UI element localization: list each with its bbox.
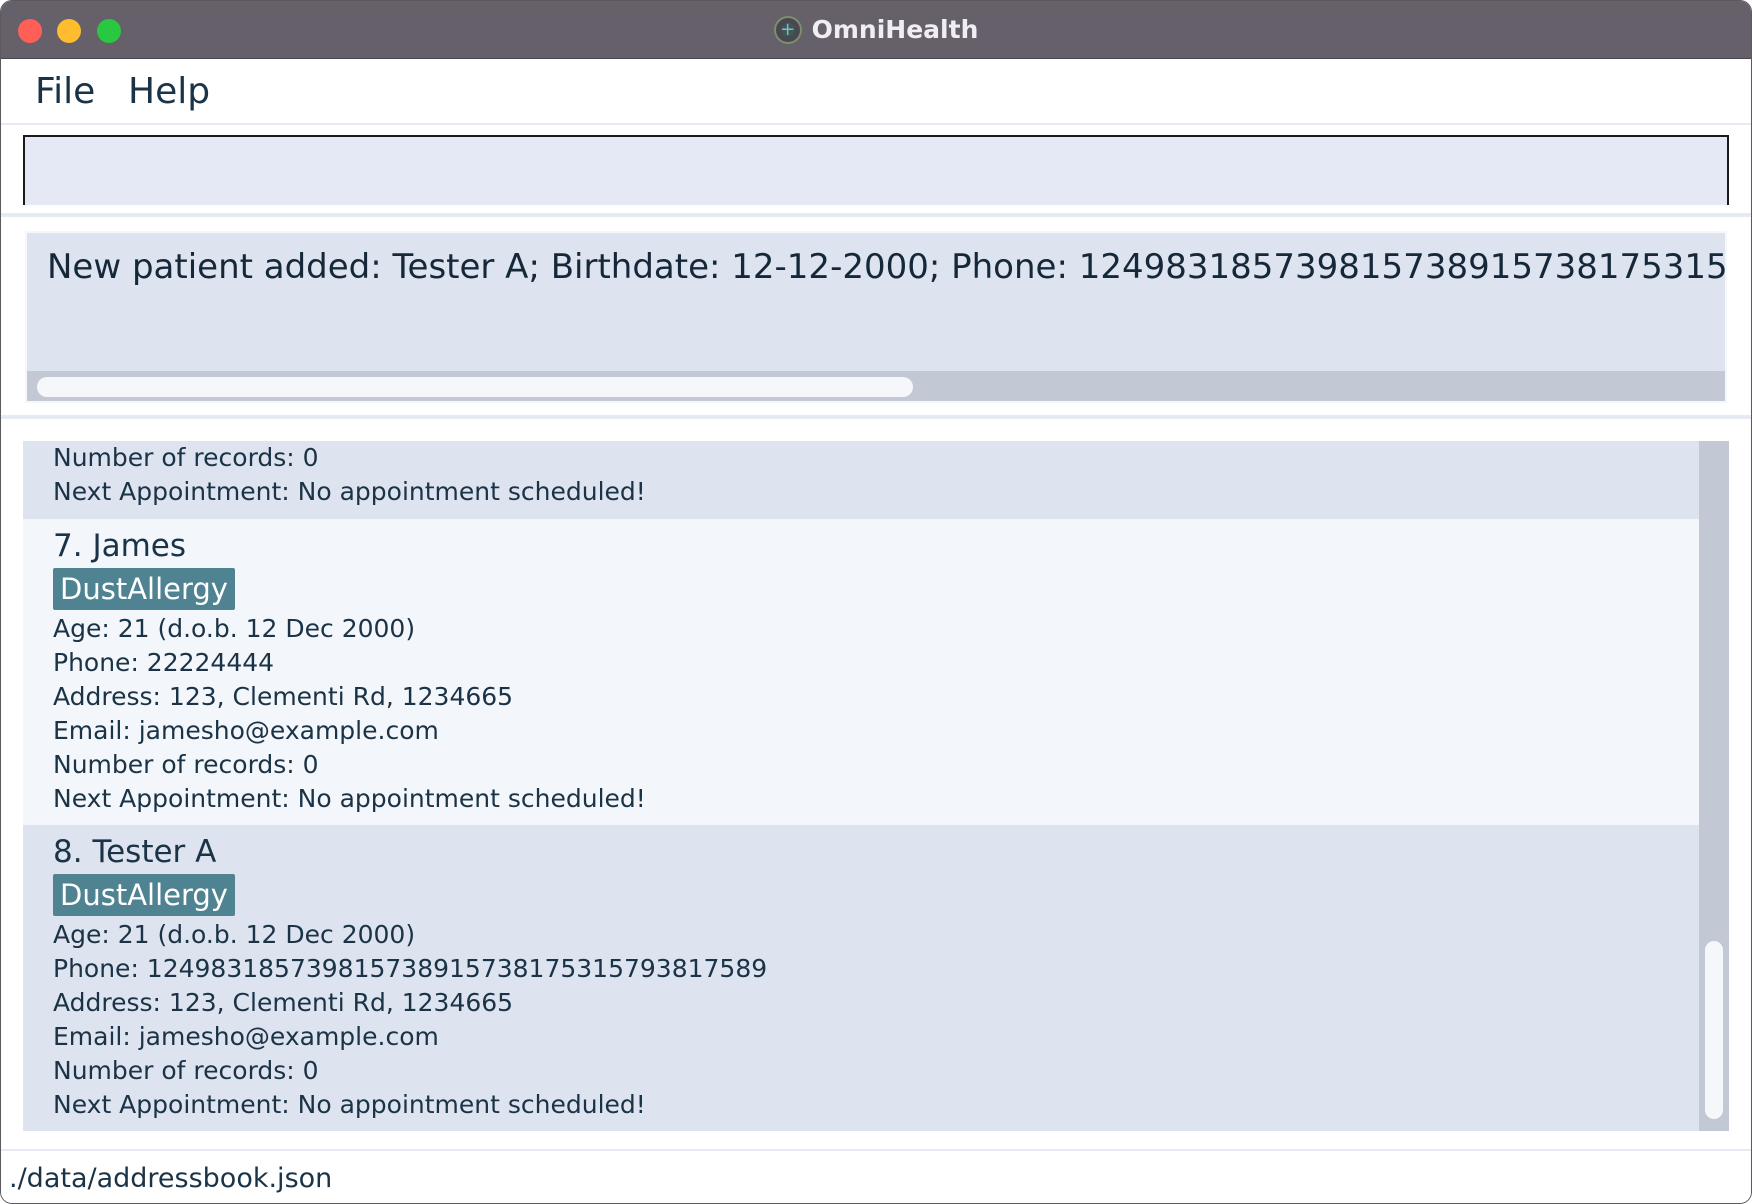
divider bbox=[1, 213, 1751, 217]
patient-card[interactable]: 7. James DustAllergy Age: 21 (d.o.b. 12 … bbox=[23, 519, 1699, 825]
divider bbox=[1, 415, 1751, 419]
patient-records: Number of records: 0 bbox=[53, 1056, 319, 1085]
result-scroll-thumb[interactable] bbox=[37, 377, 913, 397]
patient-name: Tester A bbox=[92, 834, 217, 870]
menu-help[interactable]: Help bbox=[128, 71, 210, 112]
patient-age: Age: 21 (d.o.b. 12 Dec 2000) bbox=[53, 920, 416, 949]
patient-name: James bbox=[92, 528, 186, 564]
patient-appointment: Next Appointment: No appointment schedul… bbox=[53, 1090, 646, 1119]
result-display: New patient added: Tester A; Birthdate: … bbox=[25, 231, 1727, 403]
patient-index: 7. bbox=[53, 528, 83, 564]
allergy-tag: DustAllergy bbox=[53, 874, 235, 916]
menu-file[interactable]: File bbox=[35, 71, 95, 112]
patient-age: Age: 21 (d.o.b. 12 Dec 2000) bbox=[53, 614, 416, 643]
patient-list[interactable]: Number of records: 0 Next Appointment: N… bbox=[23, 441, 1699, 1131]
result-horizontal-scrollbar[interactable] bbox=[27, 371, 1725, 401]
app-window: + OmniHealth File Help New patient added… bbox=[0, 0, 1752, 1204]
omnihealth-logo-icon: + bbox=[773, 15, 802, 44]
patient-list-scroll-thumb[interactable] bbox=[1705, 941, 1723, 1119]
patient-address: Address: 123, Clementi Rd, 1234665 bbox=[53, 682, 514, 711]
patient-list-vertical-scrollbar[interactable] bbox=[1699, 441, 1729, 1131]
data-file-path: ./data/addressbook.json bbox=[9, 1163, 333, 1194]
result-message: New patient added: Tester A; Birthdate: … bbox=[47, 247, 1727, 287]
allergy-tag: DustAllergy bbox=[53, 568, 235, 610]
patient-name-row: 8. Tester A bbox=[53, 825, 1699, 873]
patient-email: Email: jamesho@example.com bbox=[53, 1022, 439, 1051]
title-group: + OmniHealth bbox=[1, 1, 1751, 58]
command-box bbox=[23, 135, 1729, 205]
patient-appointment: Next Appointment: No appointment schedul… bbox=[53, 477, 646, 506]
patient-phone: Phone: 22224444 bbox=[53, 648, 275, 677]
patient-name-row: 7. James bbox=[53, 519, 1699, 567]
status-bar: ./data/addressbook.json bbox=[1, 1149, 1751, 1203]
patient-records: Number of records: 0 bbox=[53, 750, 319, 779]
window-title: OmniHealth bbox=[811, 15, 979, 44]
patient-card[interactable]: 8. Tester A DustAllergy Age: 21 (d.o.b. … bbox=[23, 825, 1699, 1131]
patient-card-partial[interactable]: Number of records: 0 Next Appointment: N… bbox=[23, 441, 1699, 519]
title-bar[interactable]: + OmniHealth bbox=[1, 1, 1751, 59]
patient-records: Number of records: 0 bbox=[53, 443, 319, 472]
patient-phone: Phone: 124983185739815738915738175315793… bbox=[53, 954, 768, 983]
patient-appointment: Next Appointment: No appointment schedul… bbox=[53, 784, 646, 813]
patient-email: Email: jamesho@example.com bbox=[53, 716, 439, 745]
menu-bar: File Help bbox=[1, 59, 1751, 125]
patient-index: 8. bbox=[53, 834, 83, 870]
patient-address: Address: 123, Clementi Rd, 1234665 bbox=[53, 988, 514, 1017]
command-input[interactable] bbox=[25, 137, 1727, 205]
